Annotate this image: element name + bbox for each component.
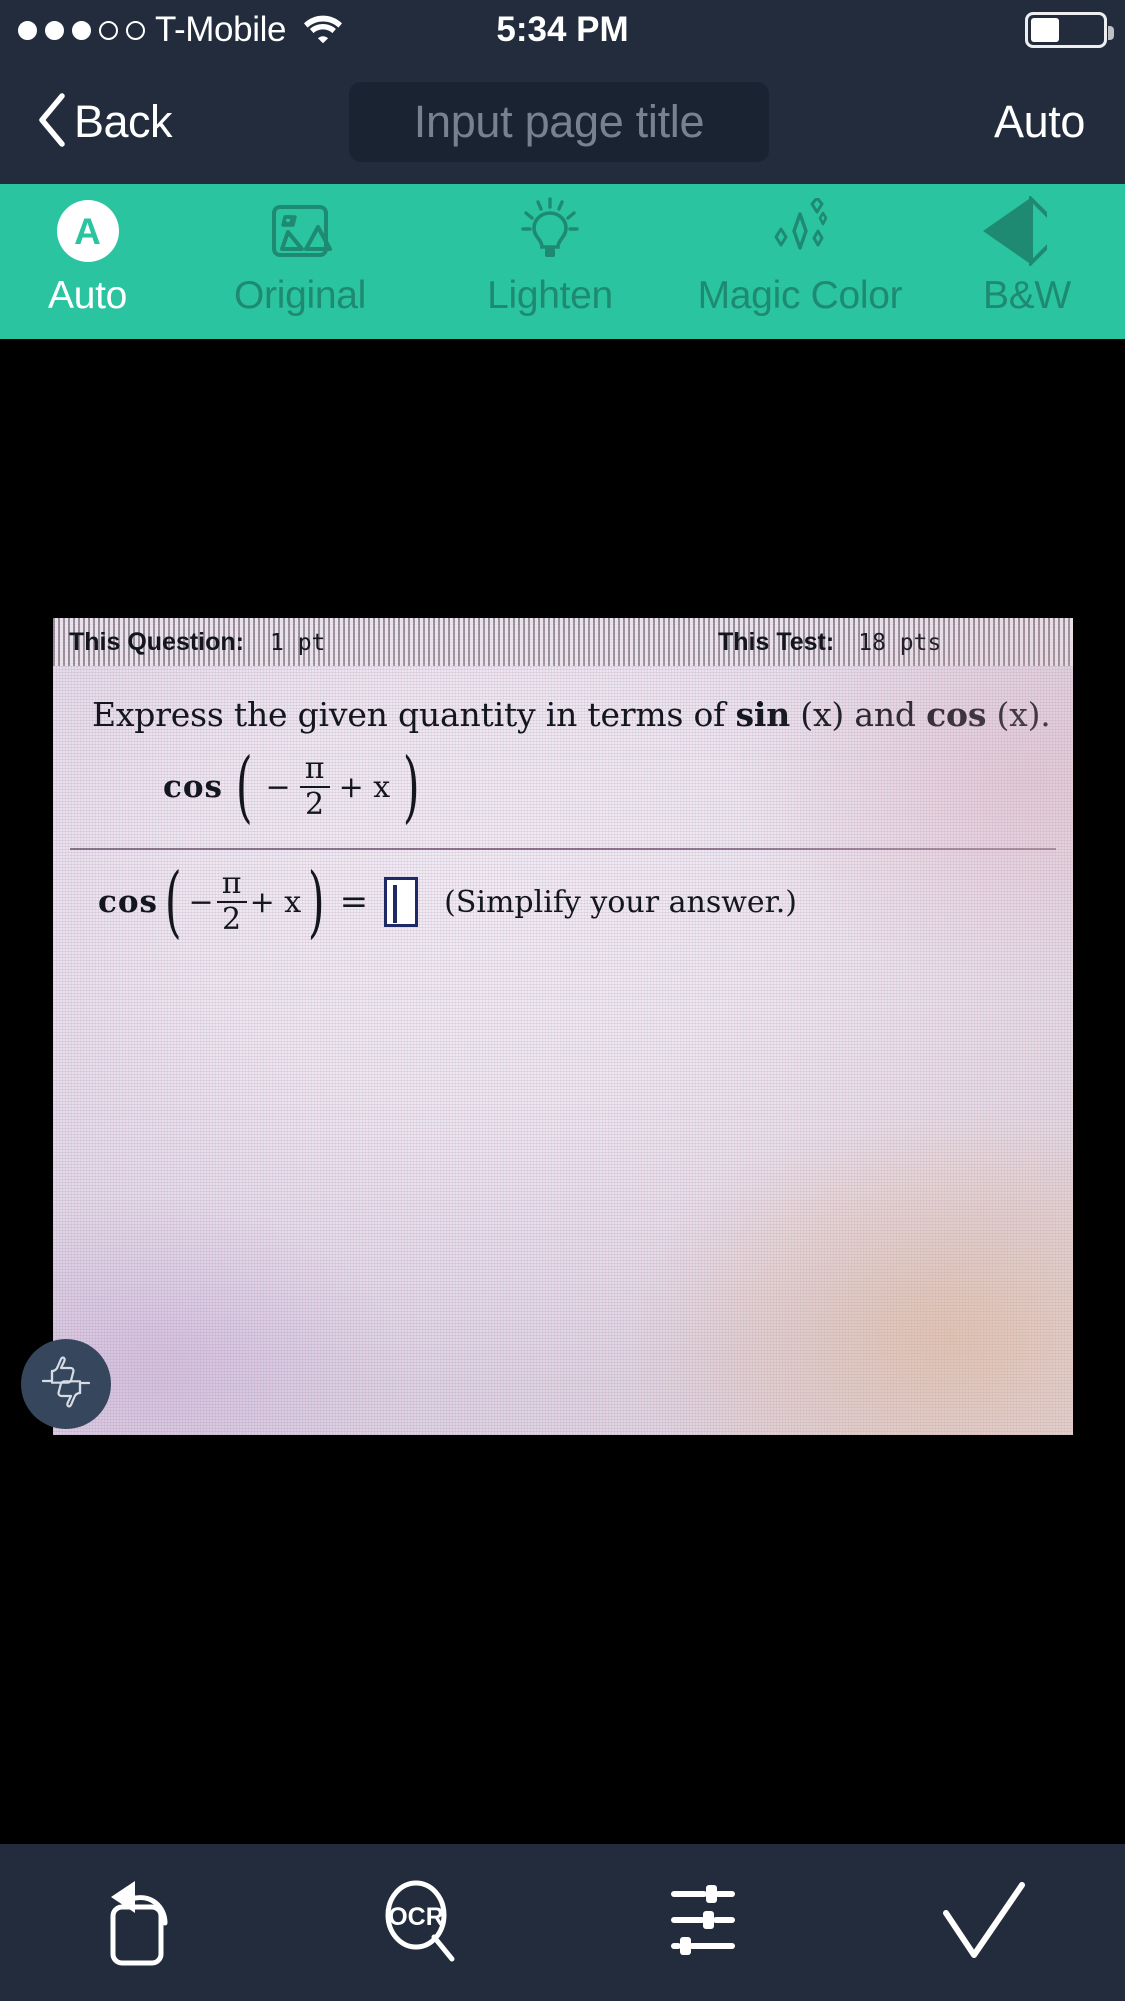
filter-item-original[interactable]: Original (175, 184, 425, 339)
filter-item-auto[interactable]: A Auto (0, 184, 175, 339)
scanned-document-image[interactable]: This Question: 1 pt This Test: 18 pts Ex… (53, 618, 1073, 1435)
status-bar: T-Mobile 5:34 PM (0, 0, 1125, 60)
filter-label-lighten: Lighten (487, 274, 613, 317)
expression-denominator: 2 (305, 787, 325, 822)
thumbs-up-down-icon (35, 1351, 97, 1418)
battery-fill (1031, 18, 1059, 42)
contrast-diamond-icon (973, 196, 1047, 266)
back-button[interactable]: Back (0, 91, 173, 154)
horizontal-divider (70, 848, 1056, 850)
this-question-points: 1 pt (270, 629, 326, 656)
answer-expression: cos ( − π 2 + x ) (98, 856, 332, 947)
document-body: Express the given quantity in terms of s… (53, 666, 1073, 1435)
navigation-bar: Back Input page title Auto (0, 60, 1125, 184)
prompt-arg-2: (x) (986, 695, 1041, 734)
filter-toolbar[interactable]: A Auto Original Lighten Magic Color B&W (0, 184, 1125, 339)
sliders-icon (658, 1876, 748, 1969)
lightbulb-icon (518, 197, 582, 264)
ocr-button[interactable]: OCR (281, 1844, 562, 2001)
expression-open-paren: ( (235, 741, 253, 832)
expression-plus-x: + x (338, 769, 391, 805)
this-test-group: This Test: 18 pts (718, 628, 941, 657)
prompt-arg-1: (x) (790, 695, 845, 734)
filter-label-bw: B&W (983, 274, 1071, 317)
prompt-end: . (1040, 695, 1051, 734)
auto-a-circle-icon: A (56, 198, 119, 264)
prompt-fn-sin: sin (735, 695, 790, 734)
answer-input-box[interactable] (384, 877, 419, 927)
sparkles-icon (764, 198, 836, 264)
prompt-fn-cos: cos (926, 695, 987, 734)
this-test-label: This Test: (718, 627, 835, 656)
answer-row: cos ( − π 2 + x ) = (Simplify your answe… (98, 856, 797, 947)
ocr-magnifier-icon: OCR (374, 1873, 470, 1972)
expression-fraction: π 2 (299, 751, 330, 822)
answer-plus-x: + x (249, 884, 302, 920)
answer-open-paren: ( (164, 856, 182, 947)
filter-item-bw[interactable]: B&W (925, 184, 1085, 339)
status-bar-right (1025, 0, 1114, 60)
page-title-input[interactable]: Input page title (349, 82, 769, 162)
expression-close-paren: ) (403, 741, 420, 832)
prompt-pre: Express the given quantity in terms of (92, 695, 736, 734)
answer-minus: − (188, 884, 214, 920)
this-question-group: This Question: 1 pt (69, 628, 325, 657)
filter-label-magic-color: Magic Color (697, 274, 903, 317)
simplify-note: (Simplify your answer.) (444, 884, 797, 920)
adjust-button[interactable] (563, 1844, 844, 2001)
answer-denominator: 2 (222, 902, 242, 937)
battery-icon (1025, 12, 1114, 48)
feedback-button[interactable] (21, 1339, 111, 1429)
clock-label: 5:34 PM (496, 10, 629, 49)
this-question-label: This Question: (69, 627, 244, 656)
auto-badge: A (56, 200, 119, 262)
rotate-button[interactable] (0, 1844, 281, 2001)
bottom-toolbar: OCR (0, 1844, 1125, 2001)
question-prompt: Express the given quantity in terms of s… (92, 695, 1051, 734)
back-label: Back (74, 96, 173, 147)
auto-mode-button[interactable]: Auto (994, 60, 1085, 184)
expression-minus: − (265, 769, 291, 805)
filter-item-lighten[interactable]: Lighten (425, 184, 675, 339)
equals-sign: = (339, 882, 369, 922)
answer-fn: cos (98, 884, 159, 920)
filter-label-original: Original (234, 274, 366, 317)
given-expression: cos ( − π 2 + x ) (163, 741, 427, 832)
original-image-icon (268, 198, 332, 264)
scan-preview-canvas[interactable]: This Question: 1 pt This Test: 18 pts Ex… (0, 339, 1125, 1834)
filter-item-magic-color[interactable]: Magic Color (675, 184, 925, 339)
expression-fn: cos (163, 769, 224, 805)
answer-numerator: π (221, 866, 242, 901)
rotate-left-icon (95, 1873, 187, 1972)
document-header-band: This Question: 1 pt This Test: 18 pts (53, 618, 1073, 666)
prompt-mid: and (844, 695, 927, 734)
expression-numerator: π (304, 751, 325, 786)
answer-close-paren: ) (308, 856, 325, 947)
confirm-button[interactable] (844, 1844, 1125, 2001)
checkmark-icon (934, 1873, 1034, 1972)
chevron-left-icon (36, 91, 68, 154)
page-title-placeholder: Input page title (413, 96, 705, 147)
this-test-points: 18 pts (858, 629, 942, 656)
answer-fraction: π 2 (216, 866, 247, 937)
auto-mode-label: Auto (994, 96, 1085, 147)
svg-text:OCR: OCR (388, 1903, 444, 1931)
filter-label-auto: Auto (47, 274, 128, 317)
